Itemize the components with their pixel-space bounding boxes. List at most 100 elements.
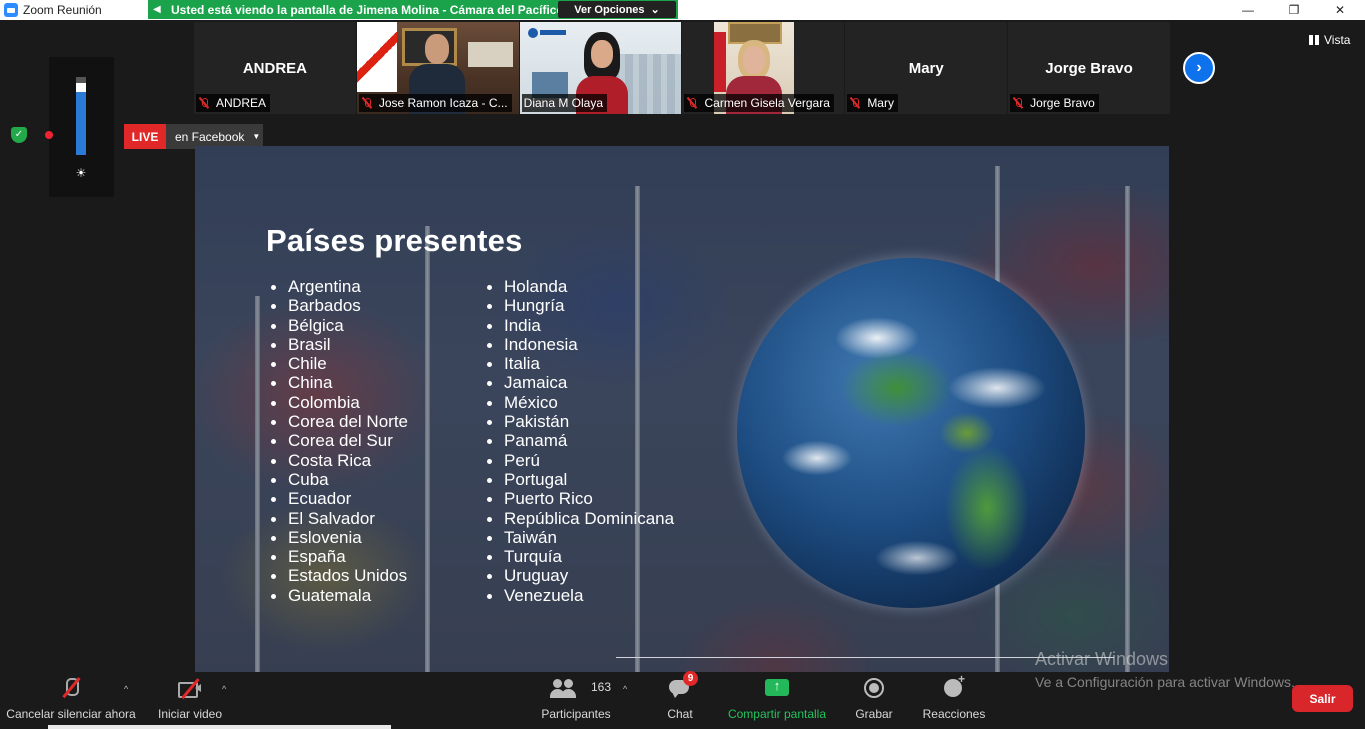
record-icon bbox=[861, 677, 887, 699]
share-banner-message: Usted está viendo la pantalla de Jimena … bbox=[171, 2, 561, 17]
windows-activation-watermark: Activar Windows Ve a Configuración para … bbox=[1035, 649, 1295, 690]
unmute-button[interactable]: Cancelar silenciar ahora bbox=[6, 672, 136, 722]
participant-name: Jorge Bravo bbox=[1030, 96, 1095, 110]
mic-muted-icon bbox=[198, 97, 210, 109]
mic-muted-icon bbox=[1012, 97, 1024, 109]
earth-globe-image bbox=[737, 258, 1085, 608]
start-video-button[interactable]: Iniciar video bbox=[155, 672, 225, 722]
window-bottom-edge bbox=[48, 725, 391, 729]
country-list-item: Panamá bbox=[482, 431, 674, 450]
participant-name-tag: Diana M Olaya bbox=[521, 94, 608, 112]
view-options-label: Ver Opciones bbox=[574, 3, 645, 16]
participants-count: 163 bbox=[591, 680, 612, 694]
activation-subtitle: Ve a Configuración para activar Windows. bbox=[1035, 674, 1295, 690]
slider-fill bbox=[76, 91, 86, 155]
share-screen-label: Compartir pantalla bbox=[727, 707, 827, 721]
country-list-item: Eslovenia bbox=[266, 528, 408, 547]
participant-display-name: Mary bbox=[908, 60, 944, 77]
live-destination-label: en Facebook bbox=[175, 129, 245, 144]
country-list-column-1: Argentina Barbados Bélgica Brasil Chile China… bbox=[266, 277, 408, 605]
participant-strip: ANDREA ANDREA Jose Ramon Icaza - C... Di… bbox=[194, 22, 1170, 114]
restore-button[interactable]: ❐ bbox=[1271, 0, 1317, 20]
participant-name: Mary bbox=[867, 96, 894, 110]
camera-off-icon bbox=[177, 677, 203, 699]
live-badge: LIVE bbox=[124, 124, 166, 149]
participant-tile-jorge[interactable]: Jorge Bravo Jorge Bravo bbox=[1008, 22, 1170, 114]
participant-name: ANDREA bbox=[216, 96, 267, 110]
start-video-label: Iniciar video bbox=[157, 707, 223, 721]
logo bbox=[527, 26, 568, 40]
recording-dot-icon bbox=[45, 131, 53, 139]
brightness-slider-panel: ☀ bbox=[49, 57, 114, 197]
participant-name: Jose Ramon Icaza - C... bbox=[378, 96, 508, 110]
country-list-item: Taiwán bbox=[482, 528, 674, 547]
record-button[interactable]: Grabar bbox=[848, 672, 900, 722]
country-list-item: Ecuador bbox=[266, 489, 408, 508]
meeting-area: ANDREA ANDREA Jose Ramon Icaza - C... Di… bbox=[0, 20, 1365, 729]
participant-name-tag: ANDREA bbox=[196, 94, 271, 112]
participant-name-tag: Mary bbox=[847, 94, 898, 112]
chevron-down-icon: ⌄ bbox=[650, 4, 660, 16]
minimize-button[interactable]: — bbox=[1225, 0, 1271, 20]
screen-share-banner: ◀ Usted está viendo la pantalla de Jimen… bbox=[148, 0, 678, 19]
next-participants-button[interactable]: › bbox=[1183, 52, 1215, 84]
view-button[interactable]: Vista bbox=[1309, 33, 1350, 47]
participant-tile-diana[interactable]: Diana M Olaya bbox=[519, 22, 682, 114]
country-list-item: Corea del Norte bbox=[266, 412, 408, 431]
country-list-item: México bbox=[482, 393, 674, 412]
participants-label: Participantes bbox=[541, 707, 611, 721]
participant-display-name: Jorge Bravo bbox=[1045, 60, 1133, 77]
country-list-item: Chile bbox=[266, 354, 408, 373]
unmute-label: Cancelar silenciar ahora bbox=[6, 707, 136, 721]
country-list-item: Perú bbox=[482, 451, 674, 470]
chevron-right-icon: › bbox=[1196, 59, 1202, 76]
speaker-icon: ◀ bbox=[153, 4, 161, 15]
country-list-item: Colombia bbox=[266, 393, 408, 412]
security-shield-icon[interactable]: ✓ bbox=[11, 127, 27, 143]
reactions-button[interactable]: Reacciones bbox=[920, 672, 988, 722]
mic-muted-icon bbox=[849, 97, 861, 109]
chat-button[interactable]: 9 Chat bbox=[655, 671, 705, 722]
participant-tile-andrea[interactable]: ANDREA ANDREA bbox=[194, 22, 356, 114]
participant-name-tag: Jose Ramon Icaza - C... bbox=[358, 94, 512, 112]
close-button[interactable]: ✕ bbox=[1317, 0, 1363, 20]
country-list-item: Holanda bbox=[482, 277, 674, 296]
participant-name: Carmen Gisela Vergara bbox=[704, 96, 830, 110]
participant-tile-jose-ramon[interactable]: Jose Ramon Icaza - C... bbox=[356, 22, 519, 114]
participants-options-caret[interactable]: ^ bbox=[623, 684, 627, 694]
country-list-item: Pakistán bbox=[482, 412, 674, 431]
slide-title: Países presentes bbox=[266, 223, 523, 258]
country-list-item: Corea del Sur bbox=[266, 431, 408, 450]
country-list-item: Uruguay bbox=[482, 566, 674, 585]
zoom-app-icon bbox=[4, 3, 18, 17]
participant-name-tag: Carmen Gisela Vergara bbox=[684, 94, 834, 112]
country-list-item: Guatemala bbox=[266, 586, 408, 605]
participant-tile-carmen[interactable]: Carmen Gisela Vergara bbox=[682, 22, 845, 114]
reaction-smiley-icon bbox=[941, 672, 967, 699]
chat-icon: 9 bbox=[667, 671, 698, 699]
view-options-button[interactable]: Ver Opciones ⌄ bbox=[558, 1, 676, 18]
country-list-item: Italia bbox=[482, 354, 674, 373]
leave-meeting-button[interactable]: Salir bbox=[1292, 685, 1353, 712]
country-list-item: Hungría bbox=[482, 296, 674, 315]
country-list-item: España bbox=[266, 547, 408, 566]
country-list-item: Puerto Rico bbox=[482, 489, 674, 508]
country-list-item: Argentina bbox=[266, 277, 408, 296]
slider-thumb[interactable] bbox=[76, 83, 86, 92]
country-list-item: Indonesia bbox=[482, 335, 674, 354]
country-list-item: El Salvador bbox=[266, 509, 408, 528]
video-options-caret[interactable]: ^ bbox=[222, 684, 226, 694]
participant-tile-mary[interactable]: Mary Mary bbox=[845, 22, 1008, 114]
record-label: Grabar bbox=[855, 707, 893, 721]
chat-unread-badge: 9 bbox=[683, 671, 698, 686]
participants-icon bbox=[550, 677, 576, 699]
country-list-item: Venezuela bbox=[482, 586, 674, 605]
share-screen-icon bbox=[764, 677, 790, 699]
audio-options-caret[interactable]: ^ bbox=[124, 684, 128, 694]
view-label: Vista bbox=[1324, 33, 1351, 47]
grid-view-icon bbox=[1309, 35, 1319, 45]
participant-display-name: ANDREA bbox=[242, 60, 307, 77]
mic-muted-icon bbox=[58, 677, 84, 699]
participant-name: Diana M Olaya bbox=[523, 96, 604, 110]
share-screen-button[interactable]: Compartir pantalla bbox=[722, 672, 832, 722]
